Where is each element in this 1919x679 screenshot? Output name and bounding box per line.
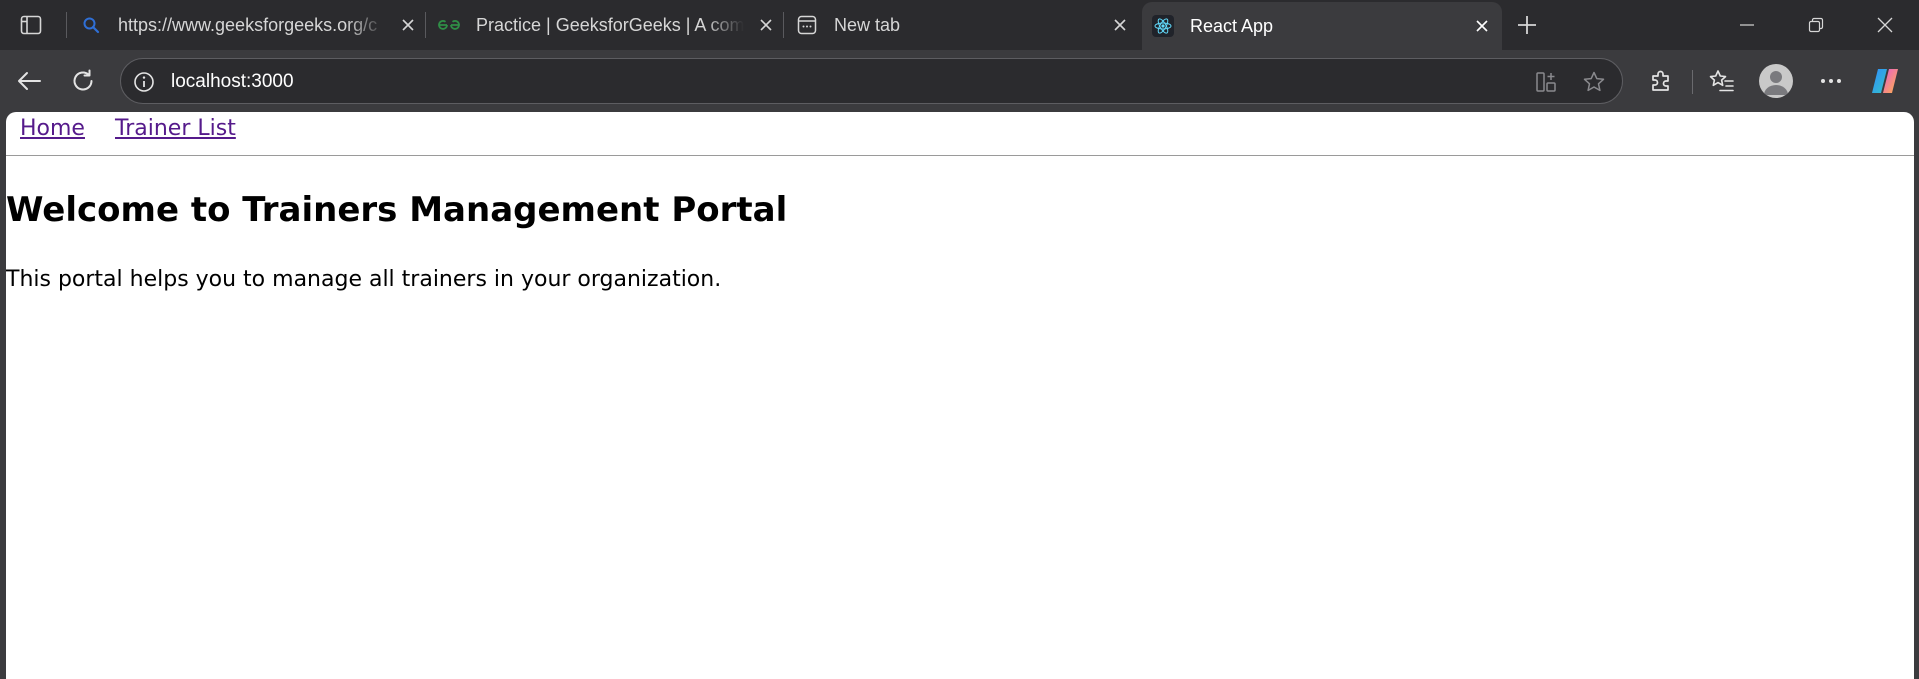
page-viewport: Home Trainer List Welcome to Trainers Ma… xyxy=(6,112,1914,679)
close-tab-button[interactable] xyxy=(396,13,420,37)
refresh-button[interactable] xyxy=(64,62,102,100)
plus-icon xyxy=(1518,16,1536,34)
more-horizontal-icon xyxy=(1821,79,1841,83)
tab-strip: https://www.geeksforgeeks.org/c Practice… xyxy=(0,0,1919,50)
tab-separator xyxy=(783,12,784,38)
close-tab-button[interactable] xyxy=(754,13,778,37)
nav-link-trainer-list[interactable]: Trainer List xyxy=(115,116,236,141)
close-icon xyxy=(760,19,772,31)
close-window-button[interactable] xyxy=(1852,0,1918,50)
new-tab-button[interactable] xyxy=(1510,8,1544,42)
close-icon xyxy=(1877,17,1893,33)
toolbar-divider xyxy=(1692,70,1693,94)
site-info-icon[interactable] xyxy=(131,69,157,95)
favorite-star-button[interactable] xyxy=(1579,67,1609,97)
star-icon xyxy=(1583,71,1605,92)
close-tab-button[interactable] xyxy=(1470,14,1494,38)
back-button[interactable] xyxy=(10,62,48,100)
copilot-button[interactable] xyxy=(1866,62,1904,100)
close-icon xyxy=(1114,19,1126,31)
gfg-logo-icon xyxy=(438,14,460,36)
refresh-icon xyxy=(73,69,93,91)
tab-title: New tab xyxy=(834,14,901,35)
tab-title: Practice | GeeksforGeeks | A comp xyxy=(476,14,744,35)
tab-title: https://www.geeksforgeeks.org/c xyxy=(118,14,378,35)
search-icon xyxy=(80,14,102,36)
browser-toolbar: localhost:3000 xyxy=(0,50,1919,112)
restore-icon xyxy=(1808,17,1824,33)
close-icon xyxy=(402,19,414,31)
address-bar-url[interactable]: localhost:3000 xyxy=(171,71,294,93)
more-options-button[interactable] xyxy=(1812,62,1850,100)
tab-geeksforgeeks-search[interactable]: https://www.geeksforgeeks.org/c xyxy=(80,0,420,50)
extensions-button[interactable] xyxy=(1642,62,1680,100)
person-icon xyxy=(1764,71,1788,95)
tab-geeksforgeeks-practice[interactable]: Practice | GeeksforGeeks | A comp xyxy=(438,0,778,50)
page-description: This portal helps you to manage all trai… xyxy=(6,267,722,292)
tab-react-app[interactable]: React App xyxy=(1142,2,1502,50)
apps-grid-icon xyxy=(1536,72,1556,92)
app-available-button[interactable] xyxy=(1531,67,1561,97)
close-icon xyxy=(1476,20,1488,32)
restore-button[interactable] xyxy=(1783,0,1849,50)
minimize-icon xyxy=(1740,24,1754,26)
favorites-button[interactable] xyxy=(1703,62,1741,100)
tab-actions-icon xyxy=(20,15,42,35)
tab-new-tab[interactable]: New tab xyxy=(796,0,1132,50)
new-tab-page-icon xyxy=(796,14,818,36)
favorites-list-icon xyxy=(1709,70,1734,92)
back-arrow-icon xyxy=(18,72,41,90)
tab-actions-button[interactable] xyxy=(16,10,46,40)
tab-separator xyxy=(66,12,67,38)
tab-separator xyxy=(425,12,426,38)
page-title: Welcome to Trainers Management Portal xyxy=(6,190,788,230)
react-logo-icon xyxy=(1152,15,1174,37)
tab-title: React App xyxy=(1190,15,1274,36)
address-bar[interactable]: localhost:3000 xyxy=(120,58,1623,104)
minimize-button[interactable] xyxy=(1714,0,1780,50)
copilot-icon xyxy=(1872,69,1898,93)
top-navigation: Home Trainer List xyxy=(6,112,1914,156)
profile-avatar[interactable] xyxy=(1759,64,1793,98)
close-tab-button[interactable] xyxy=(1108,13,1132,37)
puzzle-icon xyxy=(1652,70,1669,91)
nav-link-home[interactable]: Home xyxy=(20,116,85,141)
